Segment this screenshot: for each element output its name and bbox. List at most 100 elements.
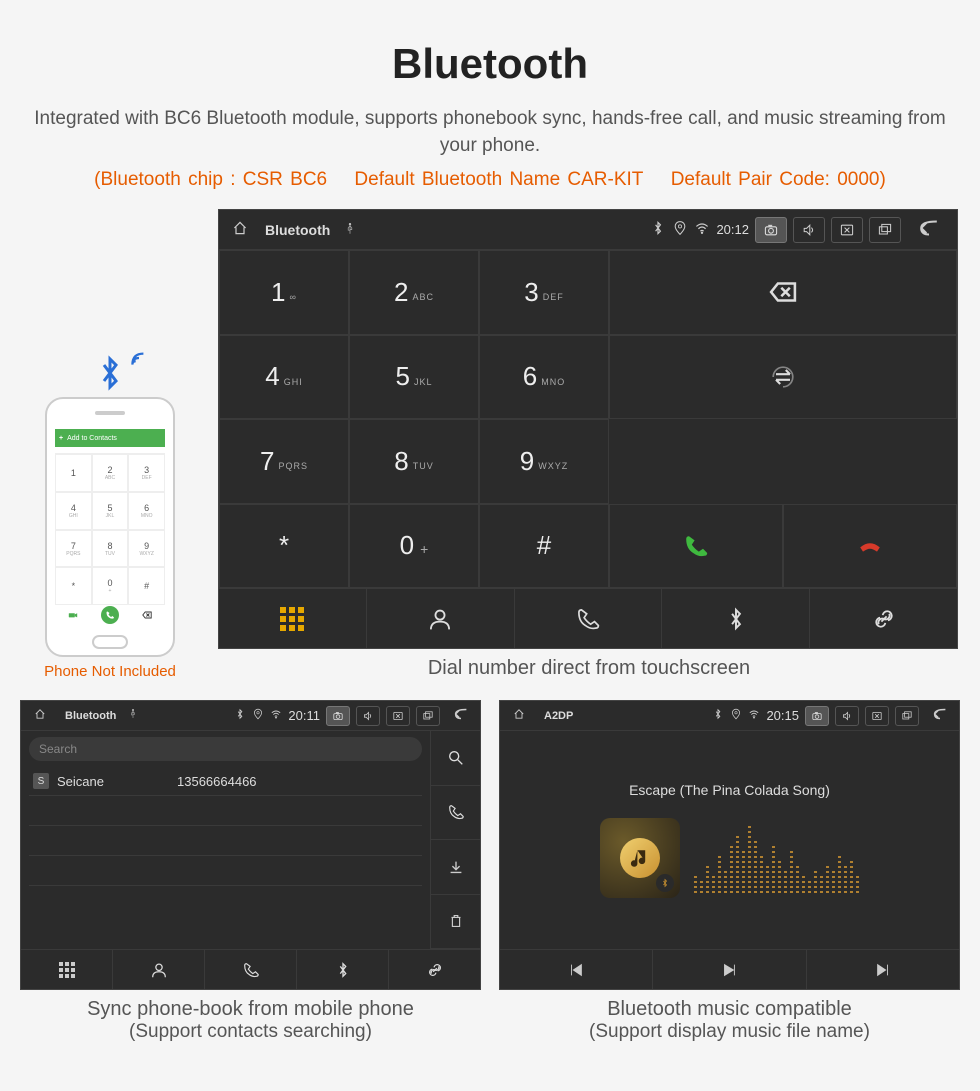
phone-header: Add to Contacts bbox=[67, 435, 117, 442]
clock-time: 20:11 bbox=[288, 708, 320, 723]
back-button[interactable] bbox=[907, 215, 951, 244]
key-0[interactable]: 0+ bbox=[349, 504, 479, 589]
key-5[interactable]: 5JKL bbox=[349, 335, 479, 420]
close-button[interactable] bbox=[831, 217, 863, 243]
key-6[interactable]: 6MNO bbox=[479, 335, 609, 420]
backspace-key[interactable] bbox=[609, 250, 957, 335]
back-button[interactable] bbox=[446, 705, 476, 726]
app-title: Bluetooth bbox=[265, 222, 330, 238]
back-button[interactable] bbox=[925, 705, 955, 726]
phonebook-device: Bluetooth 20:11 bbox=[20, 700, 481, 990]
location-icon bbox=[730, 708, 742, 723]
tab-recents[interactable] bbox=[205, 950, 297, 989]
tab-contacts[interactable] bbox=[367, 589, 515, 648]
dialer-caption: Dial number direct from touchscreen bbox=[218, 657, 960, 680]
bluetooth-icon bbox=[90, 353, 130, 393]
hangup-button[interactable] bbox=[783, 504, 957, 589]
page-title: Bluetooth bbox=[20, 40, 960, 88]
contact-name: Seicane bbox=[57, 774, 177, 789]
search-icon[interactable] bbox=[430, 731, 480, 786]
tab-pair[interactable] bbox=[810, 589, 957, 648]
phone-number-display bbox=[55, 447, 165, 454]
camera-button[interactable] bbox=[805, 706, 829, 726]
bottom-tabbar bbox=[21, 949, 480, 989]
key-2[interactable]: 2ABC bbox=[349, 250, 479, 335]
usb-icon bbox=[128, 709, 138, 722]
equalizer-visual bbox=[694, 823, 859, 893]
app-title: A2DP bbox=[544, 710, 573, 722]
app-title: Bluetooth bbox=[65, 710, 116, 722]
camera-button[interactable] bbox=[755, 217, 787, 243]
camera-button[interactable] bbox=[326, 706, 350, 726]
clock-time: 20:15 bbox=[766, 708, 799, 723]
signal-icon bbox=[128, 347, 150, 369]
phone-illustration: +Add to Contacts 12ABC3DEF 4GHI5JKL6MNO … bbox=[20, 353, 200, 680]
dialer-device: Bluetooth 20:12 bbox=[218, 209, 958, 649]
key-8[interactable]: 8TUV bbox=[349, 419, 479, 504]
statusbar: Bluetooth 20:12 bbox=[219, 210, 957, 250]
tab-bluetooth[interactable] bbox=[297, 950, 389, 989]
phone-keypad: 12ABC3DEF 4GHI5JKL6MNO 7PQRS8TUV9WXYZ *0… bbox=[55, 454, 165, 605]
home-icon[interactable] bbox=[225, 220, 255, 239]
album-art bbox=[600, 818, 680, 898]
download-icon[interactable] bbox=[430, 840, 480, 895]
tab-dialpad[interactable] bbox=[21, 950, 113, 989]
tab-bluetooth[interactable] bbox=[662, 589, 810, 648]
key-4[interactable]: 4GHI bbox=[219, 335, 349, 420]
volume-button[interactable] bbox=[356, 706, 380, 726]
key-3[interactable]: 3DEF bbox=[479, 250, 609, 335]
page-subtitle: Integrated with BC6 Bluetooth module, su… bbox=[20, 106, 960, 159]
key-*[interactable]: * bbox=[219, 504, 349, 589]
phonebook-caption: Sync phone-book from mobile phone (Suppo… bbox=[20, 998, 481, 1043]
delete-icon[interactable] bbox=[430, 895, 480, 950]
chip-bt-name: Default Bluetooth Name CAR-KIT bbox=[354, 169, 643, 190]
dial-keypad: 1∞2ABC3DEF 4GHI5JKL6MNO 7PQRS8TUV9WXYZ *0+# bbox=[219, 250, 609, 588]
chip-model: (Bluetooth chip : CSR BC6 bbox=[94, 169, 327, 190]
phone-not-included-label: Phone Not Included bbox=[20, 663, 200, 680]
bluetooth-status-icon bbox=[650, 220, 666, 239]
home-icon[interactable] bbox=[504, 708, 534, 723]
music-caption: Bluetooth music compatible (Support disp… bbox=[499, 998, 960, 1043]
phone-mockup: +Add to Contacts 12ABC3DEF 4GHI5JKL6MNO … bbox=[45, 397, 175, 657]
location-icon bbox=[252, 708, 264, 723]
call-icon[interactable] bbox=[430, 786, 480, 841]
wifi-icon bbox=[748, 708, 760, 723]
tab-contacts[interactable] bbox=[113, 950, 205, 989]
next-button[interactable] bbox=[807, 950, 959, 989]
chip-info: (Bluetooth chip : CSR BC6 Default Blueto… bbox=[20, 169, 960, 191]
close-button[interactable] bbox=[865, 706, 889, 726]
home-icon[interactable] bbox=[25, 708, 55, 723]
media-controls bbox=[500, 949, 959, 989]
prev-button[interactable] bbox=[500, 950, 653, 989]
tab-pair[interactable] bbox=[389, 950, 480, 989]
bluetooth-status-icon bbox=[712, 708, 724, 723]
contact-badge: S bbox=[33, 773, 49, 789]
key-7[interactable]: 7PQRS bbox=[219, 419, 349, 504]
statusbar: A2DP 20:15 bbox=[500, 701, 959, 731]
bluetooth-status-icon bbox=[234, 708, 246, 723]
tab-dialpad[interactable] bbox=[219, 589, 367, 648]
close-button[interactable] bbox=[386, 706, 410, 726]
swap-key[interactable] bbox=[609, 335, 957, 420]
volume-button[interactable] bbox=[835, 706, 859, 726]
key-9[interactable]: 9WXYZ bbox=[479, 419, 609, 504]
clock-time: 20:12 bbox=[716, 222, 749, 237]
contact-number: 13566664466 bbox=[177, 774, 257, 789]
key-#[interactable]: # bbox=[479, 504, 609, 589]
bottom-tabbar bbox=[219, 588, 957, 648]
recents-button[interactable] bbox=[416, 706, 440, 726]
tab-recents[interactable] bbox=[515, 589, 663, 648]
usb-icon bbox=[344, 222, 356, 238]
call-button[interactable] bbox=[609, 504, 783, 589]
location-icon bbox=[672, 220, 688, 239]
contact-row[interactable]: S Seicane 13566664466 bbox=[29, 767, 422, 796]
volume-button[interactable] bbox=[793, 217, 825, 243]
search-input[interactable]: Search bbox=[29, 737, 422, 761]
recents-button[interactable] bbox=[869, 217, 901, 243]
statusbar: Bluetooth 20:11 bbox=[21, 701, 480, 731]
key-1[interactable]: 1∞ bbox=[219, 250, 349, 335]
wifi-icon bbox=[270, 708, 282, 723]
track-title: Escape (The Pina Colada Song) bbox=[629, 782, 830, 798]
play-button[interactable] bbox=[653, 950, 806, 989]
recents-button[interactable] bbox=[895, 706, 919, 726]
